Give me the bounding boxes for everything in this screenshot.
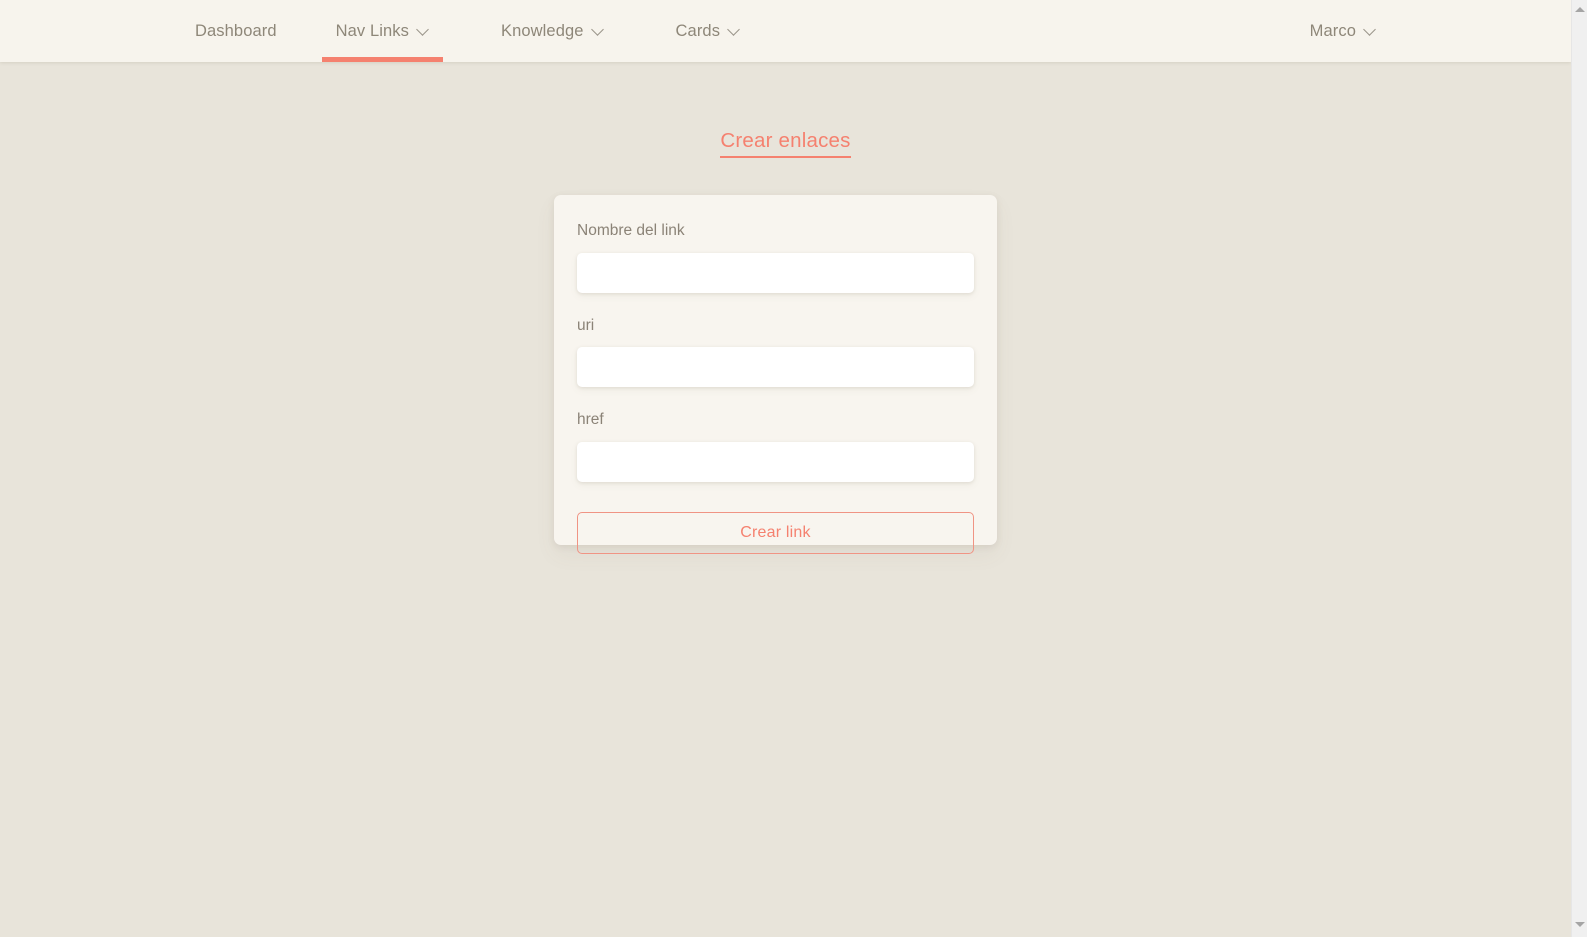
nav-item-dashboard-label: Dashboard — [195, 23, 277, 40]
nav-primary-links: Dashboard Nav Links Knowledge Cards — [181, 0, 754, 62]
vertical-scrollbar[interactable] — [1571, 0, 1587, 937]
nav-item-cards[interactable]: Cards — [662, 0, 755, 62]
href-input[interactable] — [577, 442, 974, 482]
field-label-href: href — [577, 412, 974, 428]
page-title: Crear enlaces — [0, 129, 1571, 158]
nav-item-cards-label: Cards — [676, 23, 721, 40]
field-href: href — [577, 412, 974, 482]
user-menu-label: Marco — [1310, 23, 1356, 40]
field-nombre-del-link: Nombre del link — [577, 223, 974, 293]
nav-item-knowledge[interactable]: Knowledge — [487, 0, 618, 62]
nav-item-dashboard[interactable]: Dashboard — [181, 0, 291, 62]
create-link-form-card: Nombre del link uri href Crear link — [554, 195, 997, 545]
chevron-down-icon — [1365, 24, 1376, 35]
nav-item-knowledge-label: Knowledge — [501, 23, 584, 40]
scrollbar-down-arrow-icon[interactable] — [1572, 917, 1587, 933]
page-title-text: Crear enlaces — [720, 129, 850, 158]
chevron-down-icon — [729, 24, 740, 35]
nav-user-area: Marco — [1296, 0, 1390, 62]
field-label-uri: uri — [577, 318, 974, 334]
field-label-nombre-del-link: Nombre del link — [577, 223, 974, 239]
chevron-down-icon — [418, 24, 429, 35]
chevron-down-icon — [593, 24, 604, 35]
user-menu[interactable]: Marco — [1296, 0, 1390, 62]
nombre-del-link-input[interactable] — [577, 253, 974, 293]
page-viewport: Dashboard Nav Links Knowledge Cards Marc… — [0, 0, 1571, 937]
uri-input[interactable] — [577, 347, 974, 387]
scrollbar-up-arrow-icon[interactable] — [1572, 2, 1587, 18]
create-link-button[interactable]: Crear link — [577, 512, 974, 554]
nav-item-nav-links[interactable]: Nav Links — [322, 0, 443, 62]
top-navigation-bar: Dashboard Nav Links Knowledge Cards Marc… — [0, 0, 1571, 62]
main-content: Crear enlaces Nombre del link uri href C… — [0, 62, 1571, 937]
nav-item-nav-links-label: Nav Links — [336, 23, 409, 40]
field-uri: uri — [577, 318, 974, 388]
